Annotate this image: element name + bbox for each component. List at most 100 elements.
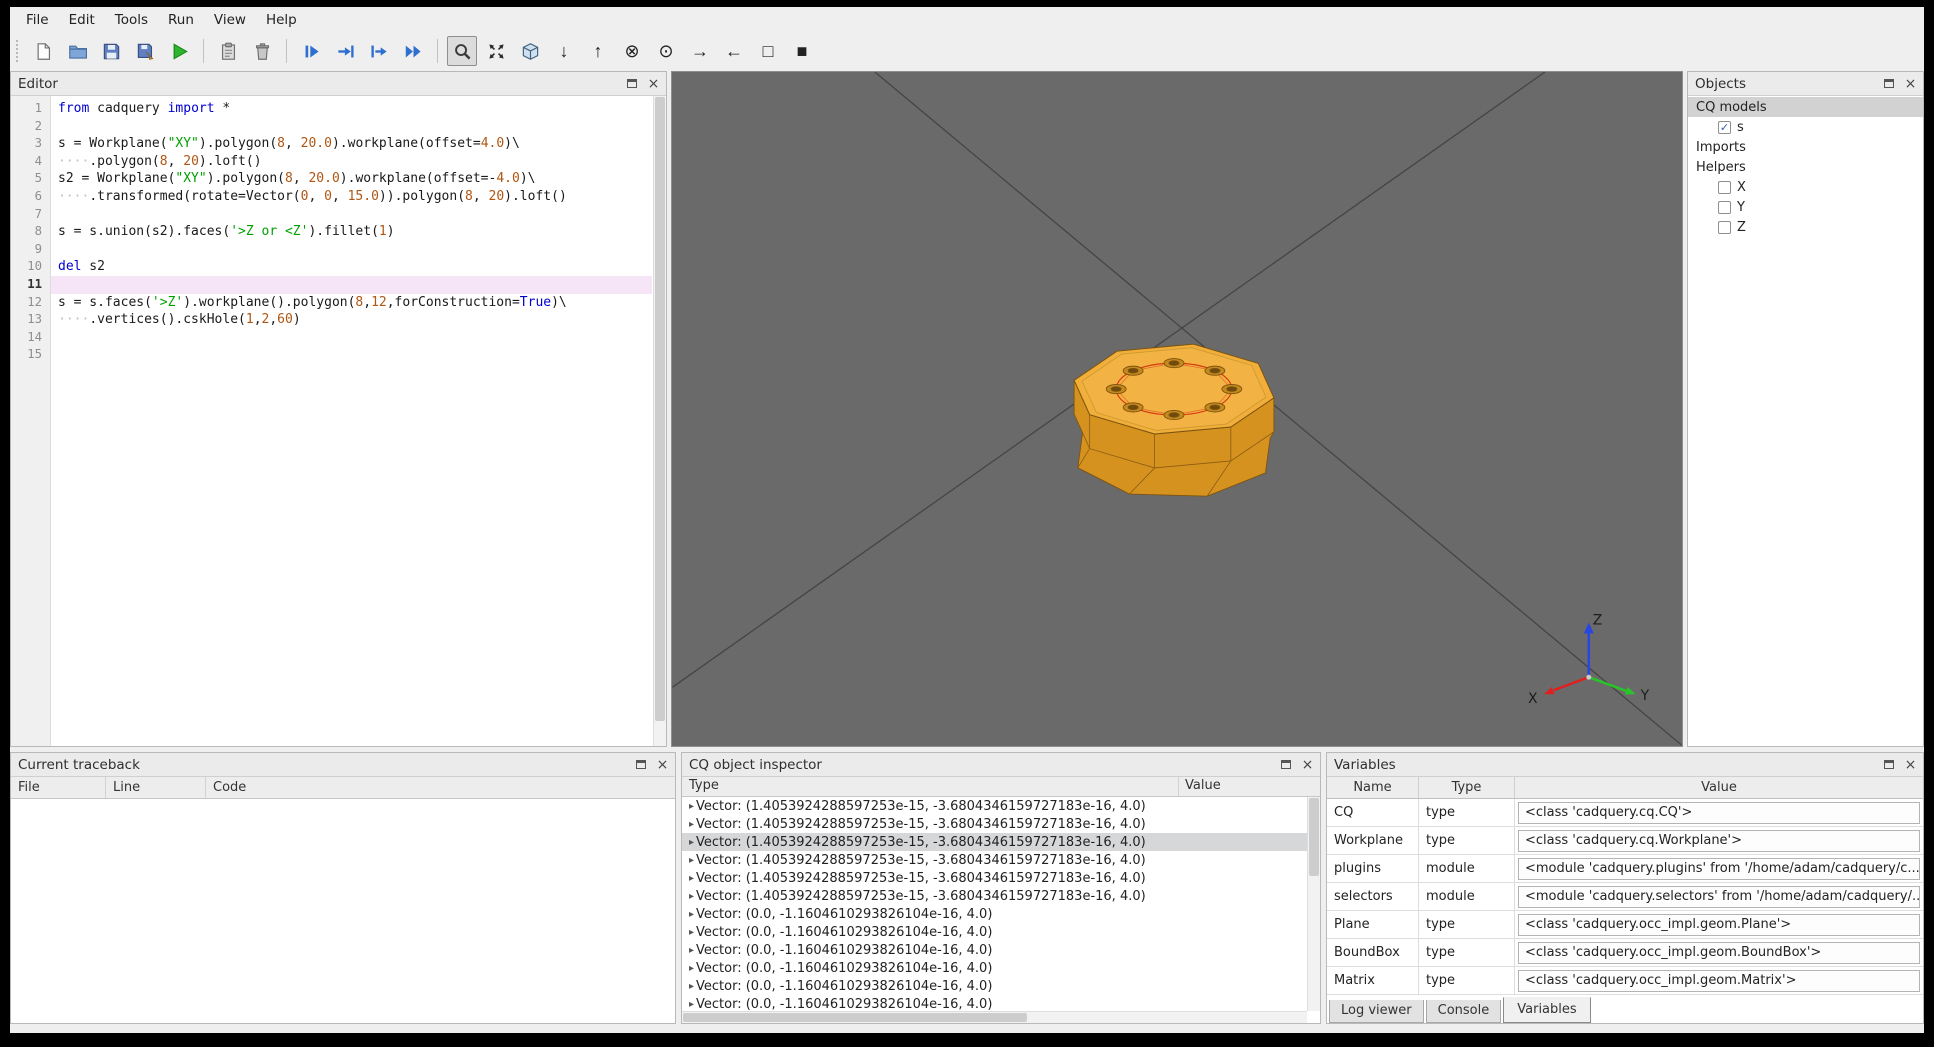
tree-item-y[interactable]: Y xyxy=(1688,197,1923,217)
editor-line-6[interactable]: 6 ····.transformed(rotate=Vector(0, 0, 15… xyxy=(11,188,652,206)
editor-line-11[interactable]: 11 xyxy=(11,275,652,294)
expand-arrow-icon[interactable]: ▸ xyxy=(682,963,696,974)
viewport-3d[interactable]: Z Y X xyxy=(672,72,1682,746)
expand-arrow-icon[interactable]: ▸ xyxy=(682,819,696,830)
variable-row-workplane[interactable]: Workplane type <class 'cadquery.cq.Workpla… xyxy=(1327,827,1923,855)
save-icon[interactable] xyxy=(96,36,126,66)
render-icon[interactable] xyxy=(164,36,194,66)
variable-row-cq[interactable]: CQ type <class 'cadquery.cq.CQ'> xyxy=(1327,799,1923,827)
editor-line-4[interactable]: 4 ····.polygon(8, 20).loft() xyxy=(11,153,652,171)
inspector-row[interactable]: ▸ Vector: (1.4053924288597253e-15, -3.680… xyxy=(682,833,1307,851)
view-down-icon[interactable]: ↓ xyxy=(549,36,579,66)
tab-log-viewer[interactable]: Log viewer xyxy=(1329,1000,1424,1023)
scrollbar-thumb[interactable] xyxy=(683,1013,1027,1022)
debug-icon[interactable] xyxy=(213,36,243,66)
delete-icon[interactable] xyxy=(247,36,277,66)
fit-all-icon[interactable] xyxy=(481,36,511,66)
wireframe-icon[interactable]: □ xyxy=(753,36,783,66)
tab-console[interactable]: Console xyxy=(1425,1000,1502,1023)
tree-item-imports[interactable]: Imports xyxy=(1688,137,1923,157)
checkbox-z[interactable] xyxy=(1718,220,1731,234)
editor-line-1[interactable]: 1 from cadquery import * xyxy=(11,100,652,118)
open-file-icon[interactable] xyxy=(62,36,92,66)
inspector-row[interactable]: ▸ Vector: (0.0, -1.1604610293826104e-16, … xyxy=(682,995,1307,1012)
expand-arrow-icon[interactable]: ▸ xyxy=(682,909,696,920)
editor-line-7[interactable]: 7 xyxy=(11,206,652,224)
menu-view[interactable]: View xyxy=(204,9,256,31)
close-panel-button[interactable]: × xyxy=(1903,76,1918,91)
variable-value[interactable]: <module 'cadquery.plugins' from '/home/a… xyxy=(1518,857,1920,880)
menu-tools[interactable]: Tools xyxy=(105,9,158,31)
menu-edit[interactable]: Edit xyxy=(59,9,105,31)
editor-line-3[interactable]: 3 s = Workplane("XY").polygon(8, 20.0).wo… xyxy=(11,135,652,153)
checkbox-s[interactable]: ✓ xyxy=(1718,120,1731,134)
shaded-icon[interactable]: ■ xyxy=(787,36,817,66)
variable-row-matrix[interactable]: Matrix type <class 'cadquery.occ_impl.geom… xyxy=(1327,967,1923,995)
float-panel-button[interactable] xyxy=(1278,757,1293,772)
editor-line-12[interactable]: 12 s = s.faces('>Z').workplane().polygon(… xyxy=(11,294,652,312)
new-file-icon[interactable] xyxy=(28,36,58,66)
tab-variables[interactable]: Variables xyxy=(1503,997,1591,1023)
variable-row-selectors[interactable]: selectors module <module 'cadquery.selecto… xyxy=(1327,883,1923,911)
scrollbar-thumb[interactable] xyxy=(1309,798,1319,876)
traceback-header-file[interactable]: File xyxy=(11,777,106,798)
editor-scrollbar[interactable] xyxy=(653,96,666,746)
float-panel-button[interactable] xyxy=(633,757,648,772)
menu-file[interactable]: File xyxy=(16,9,59,31)
inspector-row[interactable]: ▸ Vector: (0.0, -1.1604610293826104e-16, … xyxy=(682,905,1307,923)
inspector-scrollbar[interactable] xyxy=(1307,797,1320,1011)
fit-view-icon[interactable] xyxy=(447,36,477,66)
continue-icon[interactable] xyxy=(398,36,428,66)
cad-model[interactable] xyxy=(1073,343,1275,497)
tree-item-cq-models[interactable]: CQ models xyxy=(1688,97,1923,117)
iso-view-icon[interactable] xyxy=(515,36,545,66)
float-panel-button[interactable] xyxy=(1881,76,1896,91)
close-panel-button[interactable]: × xyxy=(1903,757,1918,772)
variables-header-name[interactable]: Name xyxy=(1327,777,1419,798)
tree-item-z[interactable]: Z xyxy=(1688,217,1923,237)
variable-value[interactable]: <class 'cadquery.cq.CQ'> xyxy=(1518,801,1920,824)
view-up-icon[interactable]: ↑ xyxy=(583,36,613,66)
editor-line-10[interactable]: 10 del s2 xyxy=(11,258,652,276)
editor-line-13[interactable]: 13 ····.vertices().cskHole(1,2,60) xyxy=(11,311,652,329)
inspector-row[interactable]: ▸ Vector: (1.4053924288597253e-15, -3.680… xyxy=(682,815,1307,833)
menu-help[interactable]: Help xyxy=(256,9,307,31)
variable-row-plugins[interactable]: plugins module <module 'cadquery.plugins' … xyxy=(1327,855,1923,883)
menu-run[interactable]: Run xyxy=(158,9,204,31)
editor-line-14[interactable]: 14 xyxy=(11,329,652,347)
tree-item-helpers[interactable]: Helpers xyxy=(1688,157,1923,177)
variable-value[interactable]: <class 'cadquery.cq.Workplane'> xyxy=(1518,829,1920,852)
close-panel-button[interactable]: × xyxy=(655,757,670,772)
variable-value[interactable]: <class 'cadquery.occ_impl.geom.Plane'> xyxy=(1518,913,1920,936)
variable-row-boundbox[interactable]: BoundBox type <class 'cadquery.occ_impl.ge… xyxy=(1327,939,1923,967)
step-into-icon[interactable] xyxy=(330,36,360,66)
view-right-icon[interactable]: → xyxy=(685,36,715,66)
tree-item-x[interactable]: X xyxy=(1688,177,1923,197)
tree-item-s[interactable]: ✓ s xyxy=(1688,117,1923,137)
expand-arrow-icon[interactable]: ▸ xyxy=(682,927,696,938)
inspector-row[interactable]: ▸ Vector: (0.0, -1.1604610293826104e-16, … xyxy=(682,977,1307,995)
editor-line-15[interactable]: 15 xyxy=(11,346,652,364)
close-panel-button[interactable]: × xyxy=(1300,757,1315,772)
expand-arrow-icon[interactable]: ▸ xyxy=(682,945,696,956)
editor-line-5[interactable]: 5 s2 = Workplane("XY").polygon(8, 20.0).w… xyxy=(11,170,652,188)
float-panel-button[interactable] xyxy=(624,76,639,91)
variable-value[interactable]: <class 'cadquery.occ_impl.geom.Matrix'> xyxy=(1518,969,1920,992)
variables-header-value[interactable]: Value xyxy=(1515,777,1923,798)
inspector-row[interactable]: ▸ Vector: (0.0, -1.1604610293826104e-16, … xyxy=(682,959,1307,977)
inspector-row[interactable]: ▸ Vector: (1.4053924288597253e-15, -3.680… xyxy=(682,797,1307,815)
checkbox-x[interactable] xyxy=(1718,180,1731,194)
editor-line-8[interactable]: 8 s = s.union(s2).faces('>Z or <Z').fille… xyxy=(11,223,652,241)
expand-arrow-icon[interactable]: ▸ xyxy=(682,837,696,848)
inspector-row[interactable]: ▸ Vector: (0.0, -1.1604610293826104e-16, … xyxy=(682,923,1307,941)
traceback-header-code[interactable]: Code xyxy=(206,777,675,798)
traceback-header-line[interactable]: Line xyxy=(106,777,206,798)
editor-line-9[interactable]: 9 xyxy=(11,241,652,259)
variable-row-plane[interactable]: Plane type <class 'cadquery.occ_impl.geom.… xyxy=(1327,911,1923,939)
view-back-icon[interactable]: ⊙ xyxy=(651,36,681,66)
inspector-row[interactable]: ▸ Vector: (1.4053924288597253e-15, -3.680… xyxy=(682,887,1307,905)
view-front-icon[interactable]: ⊗ xyxy=(617,36,647,66)
view-left-icon[interactable]: ← xyxy=(719,36,749,66)
expand-arrow-icon[interactable]: ▸ xyxy=(682,981,696,992)
scrollbar-thumb[interactable] xyxy=(655,97,665,721)
